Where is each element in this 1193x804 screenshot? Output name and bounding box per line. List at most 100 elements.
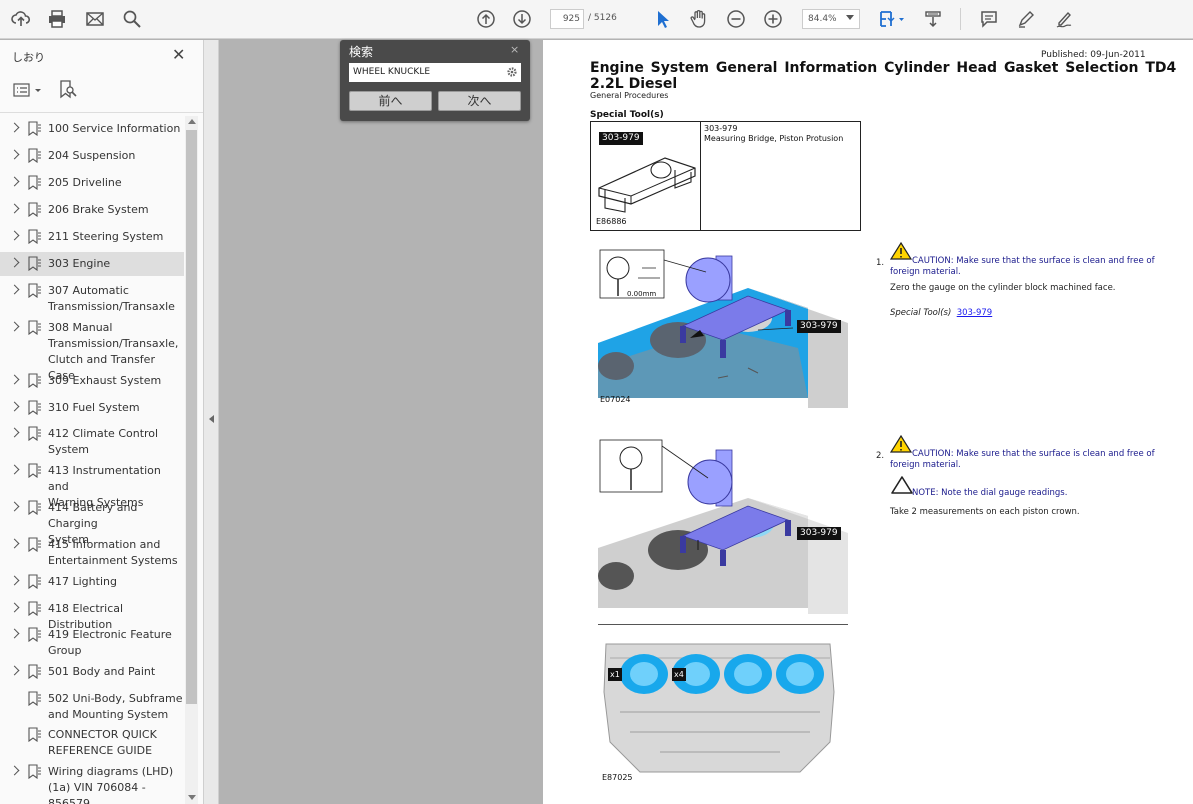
comment-icon[interactable] [977, 7, 1001, 31]
chevron-right-icon[interactable] [9, 374, 20, 385]
bookmarks-toolbar [0, 76, 203, 104]
scroll-mode-icon[interactable] [921, 7, 945, 31]
bookmark-item[interactable]: 310 Fuel System [0, 399, 184, 419]
fig1-tool-label: 303-979 [797, 320, 841, 333]
chevron-right-icon[interactable] [9, 321, 20, 332]
bookmark-icon [28, 574, 41, 589]
bookmark-item[interactable]: 413 Instrumentation and Warning Systems [0, 462, 184, 509]
panel-collapse-handle[interactable] [204, 40, 219, 804]
chevron-right-icon[interactable] [9, 575, 20, 586]
find-previous-button[interactable]: 前へ [349, 91, 432, 111]
bookmark-item[interactable]: 412 Climate Control System [0, 425, 184, 459]
chevron-right-icon[interactable] [9, 230, 20, 241]
scroll-down-icon[interactable] [188, 795, 196, 800]
options-menu-icon[interactable] [13, 82, 43, 98]
chevron-right-icon[interactable] [9, 176, 20, 187]
fig3-x1-label: x1 [608, 668, 622, 681]
sign-icon[interactable] [1052, 7, 1076, 31]
bookmark-item[interactable]: Wiring diagrams (LHD) (1a) VIN 706084 - … [0, 763, 184, 804]
chevron-right-icon[interactable] [9, 538, 20, 549]
print-icon[interactable] [45, 7, 69, 31]
chevron-right-icon[interactable] [9, 427, 20, 438]
find-bookmark-icon[interactable] [58, 79, 78, 99]
chevron-right-icon[interactable] [9, 464, 20, 475]
chevron-right-icon[interactable] [9, 122, 20, 133]
fig3-x4-label: x4 [672, 668, 686, 681]
tool-description: 303-979 Measuring Bridge, Piston Protusi… [704, 124, 843, 144]
bookmark-item[interactable]: 307 Automatic Transmission/Transaxle [0, 282, 184, 316]
bookmark-item[interactable]: CONNECTOR QUICK REFERENCE GUIDE [0, 726, 184, 760]
chevron-right-icon[interactable] [9, 765, 20, 776]
chevron-right-icon[interactable] [9, 149, 20, 160]
divider [0, 112, 203, 113]
zoom-in-icon[interactable] [761, 7, 785, 31]
bookmark-item[interactable]: 415 Information and Entertainment System… [0, 536, 184, 570]
chevron-right-icon[interactable] [9, 501, 20, 512]
search-icon[interactable] [120, 7, 144, 31]
chevron-right-icon[interactable] [9, 284, 20, 295]
page-fit-icon[interactable] [876, 7, 908, 31]
bookmark-item[interactable]: 204 Suspension [0, 147, 184, 167]
find-next-button[interactable]: 次へ [438, 91, 521, 111]
bookmark-item[interactable]: 501 Body and Paint [0, 663, 184, 683]
zoom-select[interactable]: 84.4% [802, 9, 860, 29]
chevron-left-icon[interactable] [209, 415, 214, 423]
bookmark-item-selected[interactable]: 303 Engine [0, 252, 184, 276]
select-cursor-icon[interactable] [650, 7, 674, 31]
fig2-tool-label: 303-979 [797, 527, 841, 540]
bookmark-item[interactable]: 309 Exhaust System [0, 372, 184, 392]
bookmark-item[interactable]: 100 Service Information [0, 120, 184, 140]
bookmark-item[interactable]: 206 Brake System [0, 201, 184, 221]
toolbar: 925 / 5126 84.4% [0, 0, 1193, 39]
bookmark-icon [28, 229, 41, 244]
chevron-right-icon[interactable] [9, 257, 20, 268]
search-query: WHEEL KNUCKLE [353, 67, 431, 77]
bookmark-label: 100 Service Information [48, 122, 181, 135]
highlight-pen-icon[interactable] [1014, 7, 1038, 31]
chevron-right-icon[interactable] [9, 401, 20, 412]
scrollbar-thumb[interactable] [186, 130, 197, 704]
bookmark-icon [28, 764, 41, 779]
bookmark-item[interactable]: 414 Battery and Charging System [0, 499, 184, 546]
step-text: Zero the gauge on the cylinder block mac… [890, 283, 1116, 293]
bookmark-label: 419 Electronic Feature Group [48, 628, 172, 657]
scrollbar[interactable] [185, 116, 198, 804]
bookmark-item[interactable]: 419 Electronic Feature Group [0, 626, 184, 660]
special-tools-heading: Special Tool(s) [590, 110, 664, 120]
bookmark-label: 502 Uni-Body, Subframe and Mounting Syst… [48, 692, 183, 721]
bookmarks-title: しおり [12, 51, 45, 64]
close-icon[interactable]: ✕ [172, 47, 185, 63]
cylinder-block-illustration [600, 632, 840, 776]
bookmark-icon [28, 283, 41, 298]
bookmark-item[interactable]: 211 Steering System [0, 228, 184, 248]
chevron-right-icon[interactable] [9, 665, 20, 676]
bookmark-item[interactable]: 502 Uni-Body, Subframe and Mounting Syst… [0, 690, 184, 724]
gear-icon[interactable] [506, 66, 518, 78]
email-icon[interactable] [83, 7, 107, 31]
chevron-right-icon[interactable] [9, 203, 20, 214]
bookmark-label: 204 Suspension [48, 149, 136, 162]
bookmark-item[interactable]: 417 Lighting [0, 573, 184, 593]
tool-link[interactable]: 303-979 [957, 308, 993, 318]
next-page-icon[interactable] [510, 7, 534, 31]
bookmark-item[interactable]: 205 Driveline [0, 174, 184, 194]
document-page: Published: 09-Jun-2011 Engine System Gen… [543, 40, 1193, 804]
chevron-right-icon[interactable] [9, 602, 20, 613]
bookmark-label: 412 Climate Control System [48, 427, 159, 456]
page-number-input[interactable]: 925 [550, 9, 584, 29]
hand-tool-icon[interactable] [687, 7, 711, 31]
find-panel: 検索 × WHEEL KNUCKLE 前へ 次へ [340, 40, 530, 121]
upload-cloud-icon[interactable] [9, 7, 33, 31]
bookmark-item[interactable]: 308 Manual Transmission/Transaxle, Clutc… [0, 319, 184, 382]
bookmark-item[interactable]: 418 Electrical Distribution [0, 600, 184, 631]
bookmark-label: 310 Fuel System [48, 401, 140, 414]
previous-page-icon[interactable] [474, 7, 498, 31]
bookmark-icon [28, 373, 41, 388]
zoom-out-icon[interactable] [724, 7, 748, 31]
scroll-up-icon[interactable] [188, 119, 196, 124]
search-input[interactable]: WHEEL KNUCKLE [349, 63, 521, 82]
bookmark-label: 211 Steering System [48, 230, 164, 243]
chevron-right-icon[interactable] [9, 628, 20, 639]
close-icon[interactable]: × [510, 43, 519, 56]
bookmark-label: 417 Lighting [48, 575, 117, 588]
